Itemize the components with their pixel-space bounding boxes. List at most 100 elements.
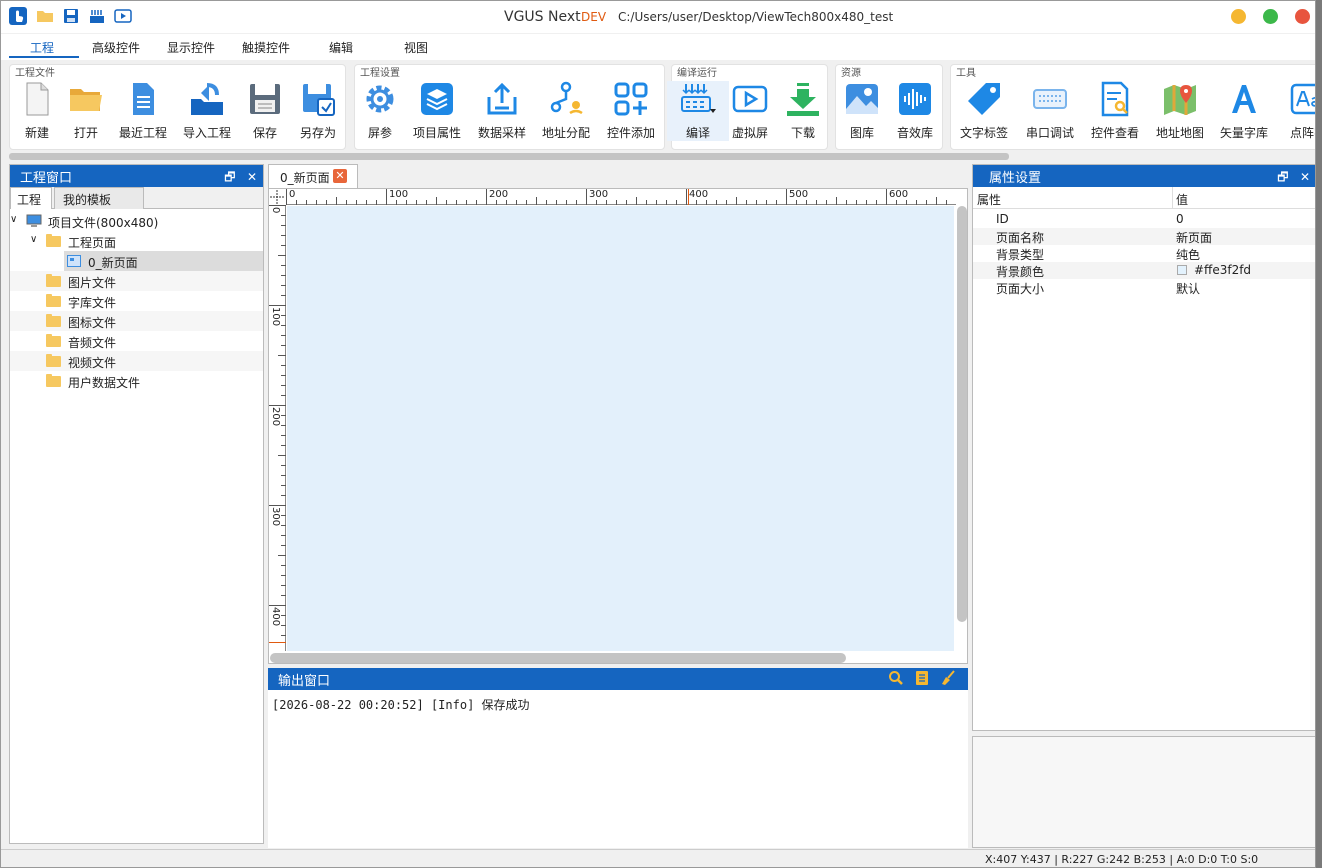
ribbon: 工程文件 新建 打开 最近工程 导入工程 保存 另存为 工程设置 屏参 项目属性… xyxy=(1,60,1315,153)
sound-library-button[interactable]: 音效库 xyxy=(884,81,946,141)
property-row-bg-type[interactable]: 背景类型 纯色 xyxy=(973,245,1315,262)
subtab-project[interactable]: 工程 xyxy=(10,187,52,209)
save-icon[interactable] xyxy=(62,7,80,25)
output-log-line: [2026-08-22 00:20:52] [Info] 保存成功 xyxy=(272,698,530,712)
title-bar: VGUS Next DEV C:/Users/user/Desktop/View… xyxy=(1,1,1315,33)
menu-bar: 工程 高级控件 显示控件 触摸控件 编辑 视图 xyxy=(1,34,1315,60)
property-row-page-size[interactable]: 页面大小 默认 xyxy=(973,279,1315,296)
log-file-icon[interactable] xyxy=(914,670,930,686)
project-window: 工程窗口 🗗 ✕ 工程 我的模板 ∨ 项目文件(800x480) ∨ 工程页面 … xyxy=(9,164,264,844)
chevron-down-icon[interactable]: ∨ xyxy=(30,234,37,245)
tab-edit[interactable]: 编辑 xyxy=(329,39,353,56)
tree-item-icon-files[interactable]: 图标文件 xyxy=(10,311,263,331)
tab-view[interactable]: 视图 xyxy=(404,39,428,56)
ribbon-group-project-files: 工程文件 新建 打开 最近工程 导入工程 保存 另存为 xyxy=(9,64,346,150)
minimize-button[interactable] xyxy=(1231,9,1246,24)
ribbon-scrollbar[interactable] xyxy=(9,153,1009,160)
doc-tab-page-0[interactable]: 0_新页面 ✕ xyxy=(268,164,358,188)
screen-params-button[interactable]: 屏参 xyxy=(349,81,411,141)
bitmap-font-icon xyxy=(1290,83,1315,115)
address-map-button[interactable]: 地址地图 xyxy=(1149,81,1211,141)
ribbon-group-tools: 工具 文字标签 串口调试 控件查看 地址地图 矢量字库 点阵 xyxy=(950,64,1315,150)
close-panel-icon[interactable]: ✕ xyxy=(247,170,257,184)
project-window-title: 工程窗口 xyxy=(20,171,73,186)
float-panel-icon[interactable]: 🗗 xyxy=(224,170,235,184)
ribbon-group-project-settings: 工程设置 屏参 项目属性 数据采样 地址分配 控件添加 xyxy=(354,64,665,150)
open-button[interactable]: 打开 xyxy=(55,81,117,141)
tree-item-video-files[interactable]: 视频文件 xyxy=(10,351,263,371)
property-row-bg-color[interactable]: 背景颜色 #ffe3f2fd xyxy=(973,262,1315,279)
page-icon xyxy=(67,255,81,267)
map-icon xyxy=(1164,85,1196,115)
download-button[interactable]: 下载 xyxy=(772,81,834,141)
project-properties-button[interactable]: 项目属性 xyxy=(406,81,468,141)
horizontal-ruler: 0 100 200 300 400 500 600 xyxy=(286,189,956,205)
bitmap-font-button[interactable]: 点阵字 xyxy=(1277,81,1315,141)
import-icon xyxy=(191,83,223,115)
maximize-button[interactable] xyxy=(1263,9,1278,24)
tree-item-project-file[interactable]: ∨ 项目文件(800x480) xyxy=(10,211,263,231)
recent-document-icon xyxy=(133,83,154,115)
open-folder-icon[interactable] xyxy=(36,7,54,25)
close-tab-icon[interactable]: ✕ xyxy=(333,169,347,183)
column-property: 属性 xyxy=(977,193,1002,207)
close-button[interactable] xyxy=(1295,9,1310,24)
property-row-page-name[interactable]: 页面名称 新页面 xyxy=(973,228,1315,245)
clear-broom-icon[interactable] xyxy=(940,670,956,686)
address-allocation-button[interactable]: 地址分配 xyxy=(535,81,597,141)
folder-icon xyxy=(46,234,61,247)
tab-project[interactable]: 工程 xyxy=(30,39,54,56)
chevron-down-icon[interactable]: ∨ xyxy=(10,214,17,225)
folder-icon xyxy=(46,274,61,287)
output-window: 输出窗口 [2026-08-22 00:20:52] [Info] 保存成功 xyxy=(268,668,968,848)
text-label-button[interactable]: 文字标签 xyxy=(953,81,1015,141)
app-title: VGUS Next xyxy=(504,9,581,25)
project-subtabs: 工程 我的模板 xyxy=(10,187,263,209)
preview-icon[interactable] xyxy=(114,7,132,25)
open-folder-icon xyxy=(70,89,102,111)
search-icon[interactable] xyxy=(888,670,904,686)
float-panel-icon[interactable]: 🗗 xyxy=(1277,170,1288,184)
data-sampling-button[interactable]: 数据采样 xyxy=(471,81,533,141)
close-panel-icon[interactable]: ✕ xyxy=(1300,170,1310,184)
tab-advanced-controls[interactable]: 高级控件 xyxy=(92,39,140,56)
save-icon xyxy=(250,84,280,114)
canvas-vertical-scrollbar[interactable] xyxy=(957,206,967,622)
app-logo-icon[interactable] xyxy=(9,7,27,25)
monitor-icon xyxy=(26,214,42,227)
folder-icon xyxy=(46,294,61,307)
document-search-icon xyxy=(1101,81,1129,117)
gear-icon xyxy=(366,85,394,113)
vector-font-button[interactable]: 矢量字库 xyxy=(1213,81,1275,141)
tree-item-page-0[interactable]: 0_新页面 xyxy=(64,251,263,271)
property-row-id[interactable]: ID 0 xyxy=(973,211,1315,228)
save-as-button[interactable]: 另存为 xyxy=(287,81,349,141)
tab-display-controls[interactable]: 显示控件 xyxy=(167,39,215,56)
audio-wave-icon xyxy=(899,83,931,115)
output-window-header: 输出窗口 xyxy=(268,668,968,690)
add-control-button[interactable]: 控件添加 xyxy=(600,81,662,141)
page-canvas[interactable] xyxy=(287,206,954,651)
network-icon xyxy=(550,81,583,115)
tree-item-user-data-files[interactable]: 用户数据文件 xyxy=(10,371,263,391)
import-project-button[interactable]: 导入工程 xyxy=(176,81,238,141)
ruler-origin-icon[interactable] xyxy=(269,189,286,205)
serial-debug-button[interactable]: 串口调试 xyxy=(1019,81,1081,141)
compile-icon[interactable] xyxy=(88,7,106,25)
editor-canvas-area: 0 100 200 300 400 500 600 0 100 200 300 … xyxy=(268,188,968,664)
tab-touch-controls[interactable]: 触摸控件 xyxy=(242,39,290,56)
document-tabs: 0_新页面 ✕ xyxy=(268,164,968,188)
control-inspect-button[interactable]: 控件查看 xyxy=(1084,81,1146,141)
properties-header: 属性设置 🗗 ✕ xyxy=(973,165,1315,187)
tree-item-audio-files[interactable]: 音频文件 xyxy=(10,331,263,351)
active-tab-indicator xyxy=(9,56,79,58)
canvas-horizontal-scrollbar[interactable] xyxy=(270,653,846,663)
vertical-ruler: 0 100 200 300 400 xyxy=(269,205,286,651)
tree-item-font-files[interactable]: 字库文件 xyxy=(10,291,263,311)
tree-item-image-files[interactable]: 图片文件 xyxy=(10,271,263,291)
folder-icon xyxy=(46,334,61,347)
tree-item-project-pages[interactable]: ∨ 工程页面 xyxy=(10,231,263,251)
recent-projects-button[interactable]: 最近工程 xyxy=(112,81,174,141)
subtab-my-templates[interactable]: 我的模板 xyxy=(54,187,144,209)
color-swatch[interactable] xyxy=(1177,265,1187,275)
